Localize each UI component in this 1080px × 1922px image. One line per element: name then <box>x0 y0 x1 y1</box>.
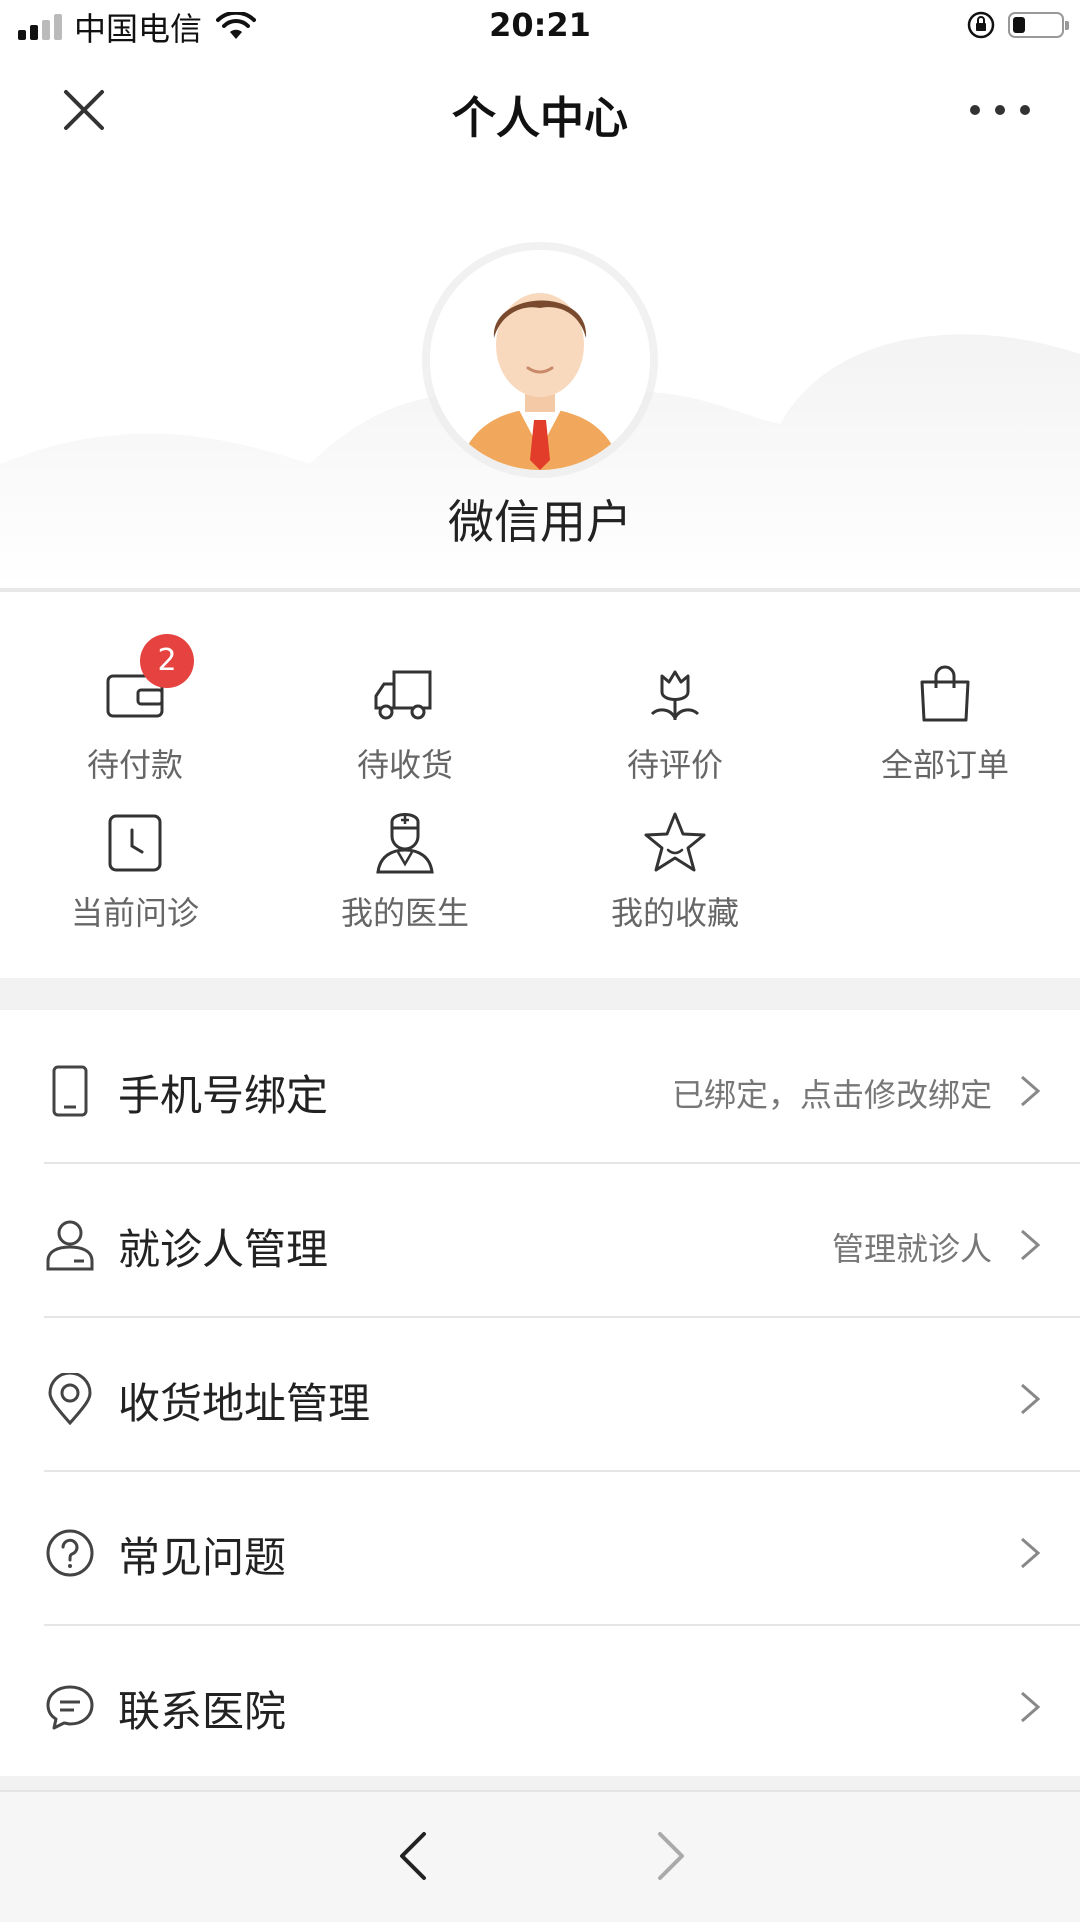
chevron-right-icon <box>1021 1075 1041 1107</box>
doctor-avatar <box>430 250 650 470</box>
badge-count: 2 <box>140 634 194 688</box>
order-shortcuts: 2 待付款 待收货 待评价 全部订单 当前问诊 我的医生 我的收藏 <box>0 592 1080 978</box>
chevron-right-icon <box>1021 1537 1041 1569</box>
status-bar: 中国电信 20:21 <box>0 0 1080 54</box>
row-title: 联系医院 <box>118 1687 287 1736</box>
page-title: 个人中心 <box>452 93 628 144</box>
order-label: 待收货 <box>356 746 453 784</box>
order-item-pending-receipt[interactable]: 待收货 <box>270 662 540 792</box>
status-time: 20:21 <box>489 6 591 44</box>
row-patient-management[interactable]: 就诊人管理 管理就诊人 <box>0 1164 1080 1318</box>
order-item-current-consult[interactable]: 当前问诊 <box>0 810 270 940</box>
more-dots-icon[interactable] <box>970 88 1030 132</box>
profile-header: 微信用户 <box>0 164 1080 588</box>
username: 微信用户 <box>448 495 632 549</box>
order-item-pending-review[interactable]: 待评价 <box>540 662 810 792</box>
phone-icon <box>52 1065 88 1117</box>
row-phone-binding[interactable]: 手机号绑定 已绑定，点击修改绑定 <box>0 1010 1080 1164</box>
chevron-right-icon <box>1021 1229 1041 1261</box>
bottom-nav-bar <box>0 1790 1080 1922</box>
star-icon <box>644 812 706 872</box>
order-item-my-favorites[interactable]: 我的收藏 <box>540 810 810 940</box>
battery-icon <box>1008 12 1069 38</box>
chevron-right-icon <box>1021 1383 1041 1415</box>
battery-level <box>1013 17 1025 33</box>
truck-icon <box>374 670 432 720</box>
person-icon <box>46 1220 94 1271</box>
doctor-icon <box>376 813 434 874</box>
status-right <box>966 10 1069 40</box>
order-item-pending-payment[interactable]: 2 待付款 <box>0 634 270 792</box>
row-subtitle: 管理就诊人 <box>831 1230 992 1268</box>
avatar[interactable] <box>430 250 650 470</box>
order-item-my-doctor[interactable]: 我的医生 <box>270 810 540 940</box>
order-label: 全部订单 <box>880 746 1009 784</box>
chevron-left-icon[interactable] <box>384 1826 444 1886</box>
shopping-bag-icon <box>920 665 970 722</box>
order-label: 待付款 <box>86 746 183 784</box>
question-icon <box>46 1529 94 1577</box>
clock-icon <box>108 814 162 872</box>
row-address-management[interactable]: 收货地址管理 <box>0 1318 1080 1472</box>
order-label: 我的收藏 <box>610 894 739 932</box>
row-title: 收货地址管理 <box>118 1379 371 1428</box>
order-label: 当前问诊 <box>70 894 199 932</box>
chevron-right-icon <box>1021 1691 1041 1723</box>
row-faq[interactable]: 常见问题 <box>0 1472 1080 1626</box>
order-label: 我的医生 <box>340 894 469 932</box>
chevron-right-icon[interactable] <box>640 1826 700 1886</box>
row-title: 手机号绑定 <box>118 1071 329 1120</box>
row-subtitle: 已绑定，点击修改绑定 <box>671 1076 992 1114</box>
settings-list: 手机号绑定 已绑定，点击修改绑定 就诊人管理 管理就诊人 收货地址管理 常见问题 <box>0 1010 1080 1776</box>
nav-bar: 个人中心 <box>0 54 1080 164</box>
rotation-lock-icon <box>967 11 995 39</box>
flower-icon <box>650 670 700 720</box>
order-item-all-orders[interactable]: 全部订单 <box>810 662 1080 792</box>
location-pin-icon <box>48 1373 92 1425</box>
row-contact-hospital[interactable]: 联系医院 <box>0 1626 1080 1780</box>
row-title: 常见问题 <box>118 1533 287 1582</box>
row-title: 就诊人管理 <box>118 1225 329 1274</box>
chat-bubble-icon <box>46 1685 94 1730</box>
order-label: 待评价 <box>626 746 723 784</box>
